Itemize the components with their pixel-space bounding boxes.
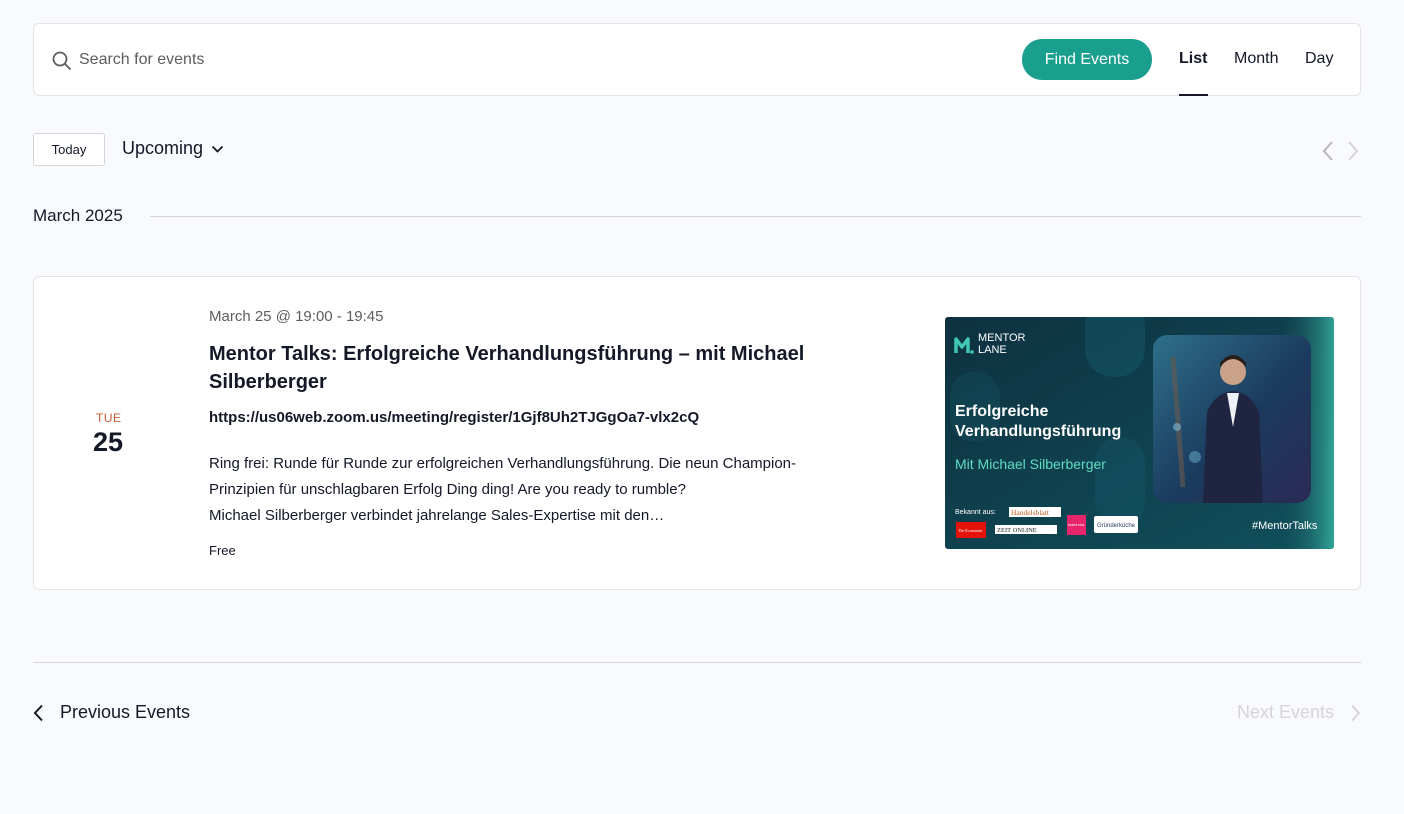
image-headline-line2: Verhandlungsführung: [955, 423, 1121, 440]
month-separator-line: [150, 216, 1361, 217]
press-logo-brandeins: brand eins: [1068, 523, 1085, 527]
active-view-indicator: [1179, 94, 1208, 96]
events-search-bar: Find Events List Month Day: [33, 23, 1361, 96]
previous-events-link[interactable]: Previous Events: [33, 702, 190, 723]
description-line: Michael Silberberger verbindet jahrelang…: [209, 507, 665, 524]
event-day-of-week: TUE: [96, 411, 122, 425]
footer-divider: [33, 662, 1361, 663]
image-headline-line1: Erfolgreiche: [955, 403, 1048, 420]
previous-events-label: Previous Events: [60, 702, 191, 722]
event-datetime: March 25 @ 19:00 - 19:45: [209, 308, 384, 325]
today-button[interactable]: Today: [33, 133, 105, 166]
view-list-tab[interactable]: List: [1179, 50, 1207, 68]
event-card: TUE 25 March 25 @ 19:00 - 19:45 Mentor T…: [33, 276, 1361, 590]
find-events-button[interactable]: Find Events: [1022, 39, 1152, 80]
chevron-right-icon: [1351, 704, 1361, 721]
chevron-down-icon: [211, 145, 224, 153]
prev-period-chevron-icon[interactable]: [1321, 140, 1335, 162]
search-input[interactable]: [79, 42, 579, 78]
image-hashtag: #MentorTalks: [1252, 520, 1318, 532]
event-featured-image[interactable]: MENTOR LANE Erfolgreiche Verhandlungsfüh…: [945, 317, 1334, 549]
description-line: Prinzipien für unschlagbaren Erfolg Ding…: [209, 481, 686, 498]
next-events-link: Next Events: [1237, 702, 1361, 723]
upcoming-label: Upcoming: [122, 138, 204, 158]
image-brand-line2: LANE: [978, 344, 1007, 356]
month-separator-label: March 2025: [33, 206, 123, 225]
event-price: Free: [209, 543, 236, 558]
view-month-tab[interactable]: Month: [1234, 50, 1278, 68]
press-logo-economist: The Economist: [958, 528, 983, 533]
press-logo-handelsblatt: Handelsblatt: [1011, 508, 1050, 517]
next-events-label: Next Events: [1236, 702, 1334, 722]
image-brand-line1: MENTOR: [978, 332, 1026, 344]
event-zoom-link: https://us06web.zoom.us/meeting/register…: [209, 409, 700, 426]
next-period-chevron-icon[interactable]: [1346, 140, 1360, 162]
search-icon: [52, 51, 71, 70]
description-line: Ring frei: Runde für Runde zur erfolgrei…: [209, 455, 797, 472]
image-subline: Mit Michael Silberberger: [955, 456, 1106, 472]
image-known-from: Bekannt aus:: [955, 509, 996, 516]
press-logo-zeit: ZEIT ONLINE: [997, 527, 1037, 534]
event-title-link[interactable]: Mentor Talks: Erfolgreiche Verhandlungsf…: [209, 340, 869, 396]
press-logo-gruenderkueche: Gründerküche: [1097, 523, 1136, 529]
event-day-number: 25: [92, 427, 124, 457]
upcoming-dropdown[interactable]: Upcoming: [122, 138, 224, 159]
event-description: Ring frei: Runde für Runde zur erfolgrei…: [209, 451, 869, 529]
chevron-left-icon: [33, 704, 43, 721]
view-day-tab[interactable]: Day: [1305, 50, 1333, 68]
